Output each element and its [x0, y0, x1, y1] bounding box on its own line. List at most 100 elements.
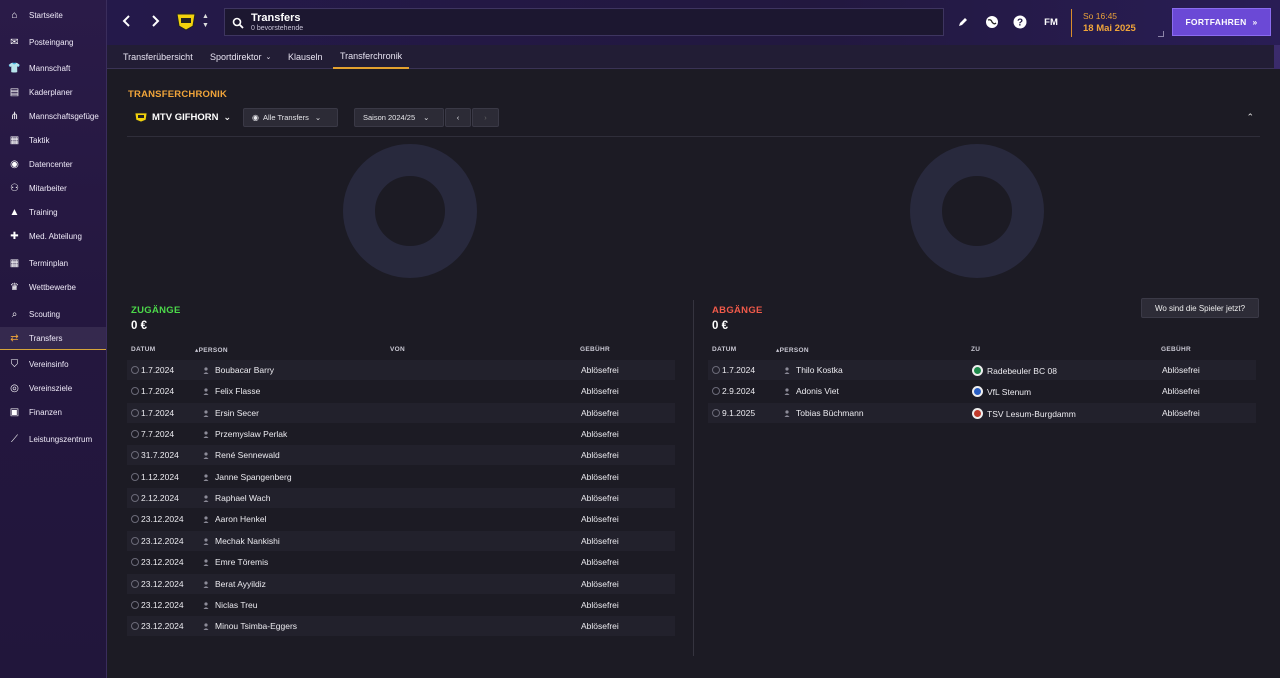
club-logo-icon[interactable] — [175, 11, 197, 31]
chevron-right-icon — [152, 15, 160, 27]
sidebar-item-mannschaft[interactable]: 👕 Mannschaft — [0, 57, 106, 79]
sidebar-item-training[interactable]: ▲ Training — [0, 201, 106, 223]
sidebar-item-taktik[interactable]: ▦ Taktik — [0, 129, 106, 151]
person-cell[interactable]: Emre Töremis — [203, 557, 268, 567]
column-header-fee[interactable]: GEBÜHR — [580, 346, 610, 353]
transfer-filter-dropdown[interactable]: ◉ Alle Transfers ⌄ — [243, 108, 338, 127]
sidebar-item-leistungszentrum[interactable]: ⟋ Leistungszentrum — [0, 428, 106, 450]
date-cell: 2.9.2024 — [712, 386, 755, 396]
sidebar-item-transfers[interactable]: ⇄ Transfers — [0, 327, 106, 350]
sidebar-item-label: Transfers — [29, 333, 63, 343]
person-icon — [203, 452, 209, 460]
person-icon — [203, 431, 209, 439]
tab-transferuebersicht[interactable]: Transferübersicht — [116, 45, 200, 69]
where-are-players-button[interactable]: Wo sind die Spieler jetzt? — [1141, 298, 1259, 318]
fm-menu-button[interactable]: FM — [1041, 14, 1061, 30]
sidebar-item-mitarbeiter[interactable]: ⚇ Mitarbeiter — [0, 177, 106, 199]
person-cell[interactable]: Minou Tsimba-Eggers — [203, 621, 297, 631]
table-row[interactable]: 23.12.2024 Emre Töremis Ablösefrei — [127, 552, 675, 572]
continue-button[interactable]: FORTFAHREN » — [1172, 8, 1271, 36]
sidebar-item-kaderplaner[interactable]: ▤ Kaderplaner — [0, 81, 106, 103]
column-header-person[interactable]: ▴PERSON — [776, 346, 809, 354]
sidebar-item-wettbewerbe[interactable]: ♛ Wettbewerbe — [0, 276, 106, 298]
person-cell[interactable]: Aaron Henkel — [203, 514, 267, 524]
sidebar-item-vereinsziele[interactable]: ◎ Vereinsziele — [0, 377, 106, 399]
club-switch-icon[interactable]: ▲ ▼ — [202, 12, 209, 30]
column-header-date[interactable]: DATUM — [712, 346, 737, 353]
column-header-fee[interactable]: GEBÜHR — [1161, 346, 1191, 353]
person-cell[interactable]: Mechak Nankishi — [203, 536, 280, 546]
person-cell[interactable]: Niclas Treu — [203, 600, 258, 610]
table-row[interactable]: 7.7.2024 Przemyslaw Perlak Ablösefrei — [127, 424, 675, 444]
column-header-person[interactable]: ▴PERSON — [195, 346, 228, 354]
scouting-icon: ⌕ — [11, 308, 18, 320]
to-club-cell[interactable]: VfL Stenum — [972, 386, 1031, 398]
person-cell[interactable]: Tobias Büchmann — [784, 408, 864, 418]
table-row[interactable]: 2.12.2024 Raphael Wach Ablösefrei — [127, 488, 675, 509]
sidebar-item-scouting[interactable]: ⌕ Scouting — [0, 303, 106, 325]
world-icon[interactable] — [984, 14, 1000, 30]
back-button[interactable] — [118, 12, 136, 30]
table-row[interactable]: 1.12.2024 Janne Spangenberg Ablösefrei — [127, 467, 675, 487]
table-row[interactable]: 2.9.2024 Adonis Viet VfL Stenum Ablösefrei — [708, 381, 1256, 401]
game-date[interactable]: So 16:45 18 Mai 2025 — [1071, 9, 1164, 37]
table-row[interactable]: 1.7.2024 Thilo Kostka Radebeuler BC 08 Ablö… — [708, 360, 1256, 380]
table-row[interactable]: 1.7.2024 Boubacar Barry Ablösefrei — [127, 360, 675, 380]
date-cell: 7.7.2024 — [131, 429, 174, 439]
search-bar[interactable]: Transfers 0 bevorstehende — [224, 8, 944, 36]
to-club-cell[interactable]: Radebeuler BC 08 — [972, 365, 1057, 376]
sidebar-item-terminplan[interactable]: ▦ Terminplan — [0, 252, 106, 274]
next-season-button[interactable]: › — [472, 108, 499, 127]
table-row[interactable]: 1.7.2024 Ersin Secer Ablösefrei — [127, 402, 675, 423]
chevron-up-icon[interactable]: ⌃ — [1246, 112, 1254, 123]
to-club-cell[interactable]: TSV Lesum-Burgdamm — [972, 407, 1076, 419]
sidebar-item-vereinsinfo[interactable]: ⛉ Vereinsinfo — [0, 353, 106, 375]
tab-transferchronik[interactable]: Transferchronik — [333, 45, 410, 69]
filter-label: Alle Transfers — [262, 113, 309, 122]
person-cell[interactable]: Przemyslaw Perlak — [203, 429, 287, 439]
table-row[interactable]: 1.7.2024 Felix Flasse Ablösefrei — [127, 381, 675, 401]
person-cell[interactable]: Janne Spangenberg — [203, 472, 292, 482]
column-header-date[interactable]: DATUM — [131, 346, 156, 353]
game-date-label: 18 Mai 2025 — [1083, 23, 1136, 34]
season-dropdown[interactable]: Saison 2024/25 ⌄ — [354, 108, 444, 127]
sidebar-item-finanzen[interactable]: ▣ Finanzen — [0, 401, 106, 423]
edit-icon[interactable] — [955, 14, 971, 30]
eye-icon: ◉ — [252, 113, 259, 122]
column-header-person-label: PERSON — [779, 347, 809, 354]
person-cell[interactable]: Felix Flasse — [203, 386, 260, 396]
club-logo-icon — [134, 112, 148, 123]
table-row[interactable]: 23.12.2024 Aaron Henkel Ablösefrei — [127, 509, 675, 529]
sidebar-item-med-abteilung[interactable]: ✚ Med. Abteilung — [0, 225, 106, 247]
table-row[interactable]: 23.12.2024 Niclas Treu Ablösefrei — [127, 595, 675, 615]
fee-cell: Ablösefrei — [581, 450, 619, 461]
person-cell[interactable]: René Sennewald — [203, 450, 280, 460]
sidebar-item-datencenter[interactable]: ◉ Datencenter — [0, 153, 106, 175]
table-row[interactable]: 23.12.2024 Minou Tsimba-Eggers Ablösefrei — [127, 616, 675, 637]
forward-button[interactable] — [146, 12, 164, 30]
tab-label: Klauseln — [288, 52, 323, 62]
person-cell[interactable]: Ersin Secer — [203, 408, 259, 418]
sidebar-item-startseite[interactable]: ⌂ Startseite — [0, 4, 106, 26]
tab-klauseln[interactable]: Klauseln — [281, 45, 330, 69]
club-selector[interactable]: MTV GIFHORN ⌄ — [134, 111, 231, 123]
data-icon: ◉ — [10, 158, 19, 170]
column-header-to[interactable]: ZU — [971, 346, 980, 353]
previous-season-button[interactable]: ‹ — [445, 108, 471, 127]
help-icon[interactable]: ? — [1012, 14, 1028, 30]
fee-cell: Ablösefrei — [1162, 386, 1200, 397]
sidebar-item-posteingang[interactable]: ✉ Posteingang — [0, 31, 106, 53]
chevron-down-icon: ⌄ — [265, 54, 272, 61]
person-cell[interactable]: Raphael Wach — [203, 493, 270, 503]
tab-sportdirektor[interactable]: Sportdirektor ⌄ — [203, 45, 278, 69]
table-row[interactable]: 31.7.2024 René Sennewald Ablösefrei — [127, 445, 675, 466]
person-cell[interactable]: Adonis Viet — [784, 386, 839, 396]
table-row[interactable]: 23.12.2024 Berat Ayyildiz Ablösefrei — [127, 573, 675, 594]
sidebar-item-mannschaftsgefüge[interactable]: ⋔ Mannschaftsgefüge — [0, 105, 106, 127]
column-header-from[interactable]: VON — [390, 346, 405, 353]
table-row[interactable]: 23.12.2024 Mechak Nankishi Ablösefrei — [127, 530, 675, 551]
person-cell[interactable]: Boubacar Barry — [203, 365, 274, 375]
table-row[interactable]: 9.1.2025 Tobias Büchmann TSV Lesum-Burgdam… — [708, 402, 1256, 423]
person-cell[interactable]: Berat Ayyildiz — [203, 579, 266, 589]
person-cell[interactable]: Thilo Kostka — [784, 365, 843, 375]
